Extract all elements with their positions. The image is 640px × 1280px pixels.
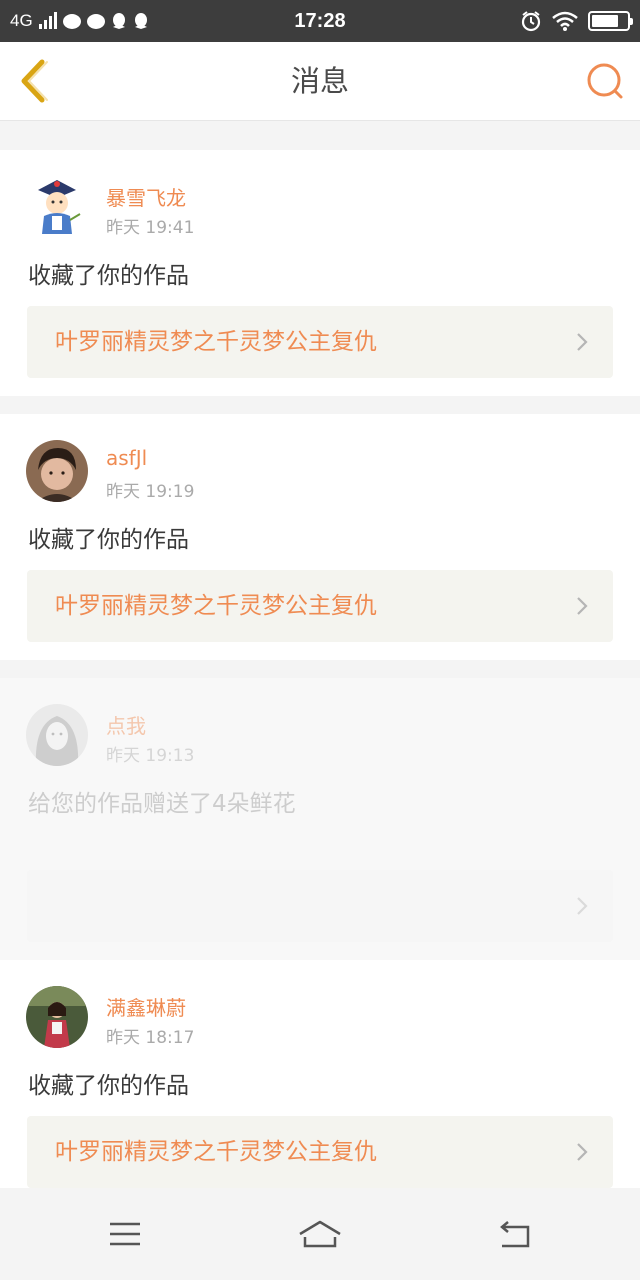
message-item[interactable]: 点我 昨天 19:13 给您的作品赠送了4朵鲜花 bbox=[0, 678, 640, 960]
app-header: 消息 bbox=[0, 42, 640, 121]
message-item[interactable]: asfJl 昨天 19:19 收藏了你的作品 叶罗丽精灵梦之千灵梦公主复仇 bbox=[0, 414, 640, 660]
username[interactable]: 暴雪飞龙 bbox=[106, 182, 186, 211]
message-action: 收藏了你的作品 bbox=[28, 1073, 189, 1099]
system-nav-bar bbox=[0, 1188, 640, 1280]
chevron-right-icon bbox=[577, 1143, 588, 1161]
avatar[interactable] bbox=[26, 704, 88, 766]
menu-icon[interactable] bbox=[100, 1214, 150, 1254]
message-item[interactable]: 暴雪飞龙 昨天 19:41 收藏了你的作品 叶罗丽精灵梦之千灵梦公主复仇 bbox=[0, 150, 640, 396]
work-link[interactable]: 叶罗丽精灵梦之千灵梦公主复仇 bbox=[27, 1116, 613, 1188]
battery-icon bbox=[588, 11, 633, 31]
message-time: 昨天 19:41 bbox=[106, 218, 195, 238]
username[interactable]: 满鑫琳蔚 bbox=[106, 992, 186, 1021]
message-action: 给您的作品赠送了4朵鲜花 bbox=[28, 791, 296, 817]
work-title: 叶罗丽精灵梦之千灵梦公主复仇 bbox=[55, 593, 377, 619]
message-time: 昨天 19:19 bbox=[106, 482, 195, 502]
message-action: 收藏了你的作品 bbox=[28, 263, 189, 289]
work-title: 叶罗丽精灵梦之千灵梦公主复仇 bbox=[55, 329, 377, 355]
alarm-icon bbox=[521, 11, 541, 32]
message-item[interactable]: 满鑫琳蔚 昨天 18:17 收藏了你的作品 叶罗丽精灵梦之千灵梦公主复仇 bbox=[0, 960, 640, 1206]
home-icon[interactable] bbox=[295, 1214, 345, 1254]
work-link[interactable] bbox=[27, 870, 613, 942]
username[interactable]: asfJl bbox=[106, 446, 147, 470]
wifi-icon bbox=[552, 11, 578, 31]
avatar[interactable] bbox=[26, 986, 88, 1048]
message-list: 暴雪飞龙 昨天 19:41 收藏了你的作品 叶罗丽精灵梦之千灵梦公主复仇 asf… bbox=[0, 150, 640, 1224]
status-bar: 4G 17:28 bbox=[0, 0, 640, 42]
work-title: 叶罗丽精灵梦之千灵梦公主复仇 bbox=[55, 1139, 377, 1165]
status-right bbox=[520, 0, 633, 42]
chevron-right-icon bbox=[577, 333, 588, 351]
chevron-right-icon bbox=[577, 597, 588, 615]
message-time: 昨天 18:17 bbox=[106, 1028, 195, 1048]
page-title: 消息 bbox=[290, 64, 349, 98]
search-icon[interactable] bbox=[586, 62, 624, 100]
message-time: 昨天 19:13 bbox=[106, 746, 195, 766]
username[interactable]: 点我 bbox=[106, 710, 146, 739]
return-icon[interactable] bbox=[490, 1214, 540, 1254]
work-link[interactable]: 叶罗丽精灵梦之千灵梦公主复仇 bbox=[27, 570, 613, 642]
chevron-right-icon bbox=[577, 897, 588, 915]
avatar[interactable] bbox=[26, 176, 88, 238]
avatar[interactable] bbox=[26, 440, 88, 502]
work-link[interactable]: 叶罗丽精灵梦之千灵梦公主复仇 bbox=[27, 306, 613, 378]
message-action: 收藏了你的作品 bbox=[28, 527, 189, 553]
